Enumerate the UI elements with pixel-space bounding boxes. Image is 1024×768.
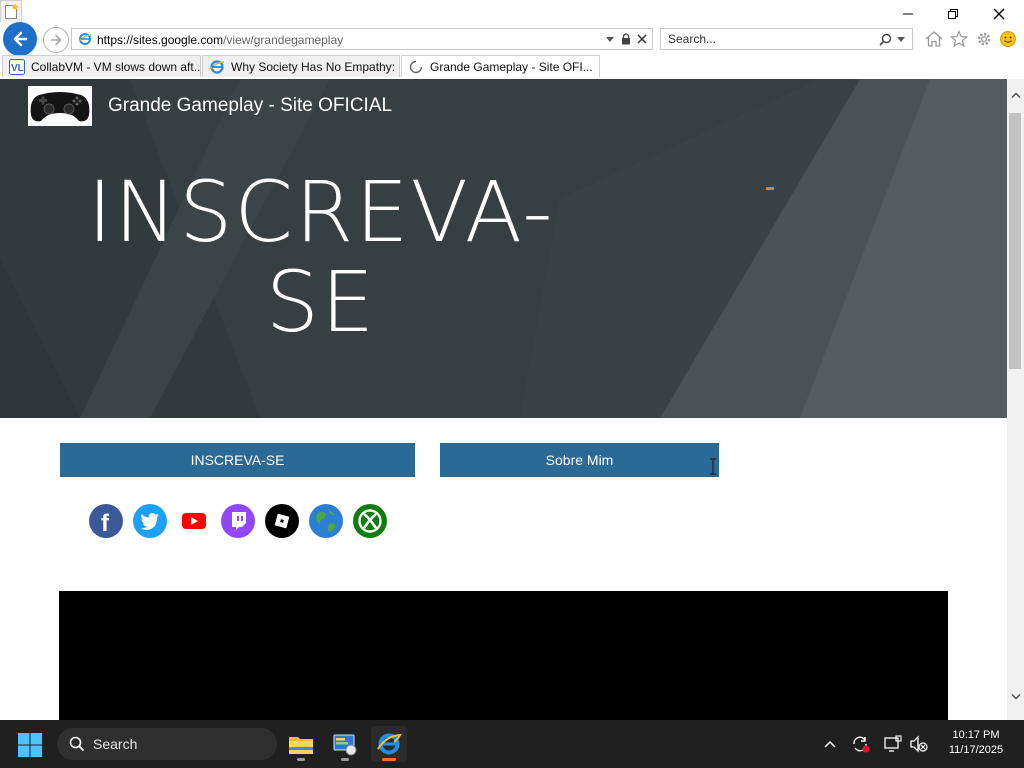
url-text[interactable]: https://sites.google.com/view/grandegame… [97,33,343,47]
svg-text:f: f [101,510,110,537]
youtube-icon[interactable] [177,504,211,538]
clock-date: 11/17/2025 [948,744,1004,756]
roblox-icon[interactable] [265,504,299,538]
stop-icon[interactable] [634,31,650,47]
tab-grande-gameplay[interactable]: Grande Gameplay - Site OFI... ✕ [401,55,600,77]
dropdown-icon[interactable] [602,31,618,47]
favorites-icon[interactable] [949,29,969,49]
search-input[interactable] [661,29,885,49]
hero-banner: Grande Gameplay - Site OFICIAL INSCREVA-… [0,79,1007,418]
back-icon [13,31,28,47]
windows-icon [18,733,42,757]
svg-text:VL: VL [11,63,24,74]
page-scrollbar[interactable] [1007,79,1024,720]
settings-icon[interactable] [974,29,994,49]
ie-page-icon [78,33,92,45]
search-icon [69,736,85,752]
search-dropdown-icon[interactable] [893,31,909,47]
chevron-up-icon[interactable] [820,734,840,754]
tab-why-society[interactable]: Why Society Has No Empathy: ... [202,55,400,77]
scroll-thumb[interactable] [1009,113,1021,369]
scroll-up-icon[interactable] [1007,87,1024,103]
new-tab-icon [5,4,18,19]
globe-icon[interactable] [309,504,343,538]
twitter-icon[interactable] [133,504,167,538]
running-indicator [341,758,349,761]
forward-button[interactable] [43,27,69,53]
clock-time: 10:17 PM [952,729,1000,741]
hero-heading: INSCREVA- SE [86,167,556,347]
site-title[interactable]: Grande Gameplay - Site OFICIAL [108,95,392,117]
taskbar-search[interactable]: Search [57,728,277,760]
tab-close-icon[interactable]: ✕ [599,59,600,75]
smiley-icon[interactable] [998,29,1018,49]
gamepad-icon [30,92,90,122]
taskbar: Search 10:17 PM 11/17/2025 [0,720,1024,768]
search-icon[interactable] [877,31,893,47]
xbox-icon[interactable] [353,504,387,538]
hero-heading-line1: INSCREVA- [87,163,555,261]
text-cursor [709,458,717,475]
home-icon[interactable] [924,29,944,49]
twitch-icon[interactable] [221,504,255,538]
start-button[interactable] [17,732,43,758]
loading-icon [408,59,424,75]
about-me-button[interactable]: Sobre Mim [440,443,719,477]
sync-icon[interactable] [851,734,871,754]
tab-label: Grande Gameplay - Site OFI... [430,59,593,74]
url-path: /view/grandegameplay [223,33,344,47]
volume-muted-icon[interactable] [909,734,929,754]
scroll-down-icon[interactable] [1007,689,1024,705]
subscribe-button[interactable]: INSCREVA-SE [60,443,415,477]
close-icon[interactable] [987,4,1011,24]
url-host: https://sites.google.com [97,33,224,47]
hero-heading-line2: SE [265,253,377,351]
browser-chrome: https://sites.google.com/view/grandegame… [0,0,1024,79]
taskbar-search-label: Search [93,736,138,752]
running-indicator [297,758,305,761]
minimize-icon[interactable] [896,4,920,24]
cursor-artifact [766,187,774,190]
tab-label: Why Society Has No Empathy: ... [231,59,400,74]
forward-icon [50,34,62,46]
file-explorer-icon[interactable] [283,726,319,762]
search-box[interactable] [660,28,913,50]
back-button[interactable] [3,22,37,56]
page-viewport: Grande Gameplay - Site OFICIAL INSCREVA-… [0,79,1007,720]
video-embed[interactable] [59,591,948,720]
address-bar[interactable]: https://sites.google.com/view/grandegame… [71,28,653,50]
tab-collabvm[interactable]: VL CollabVM - VM slows down aft... [2,55,201,77]
active-indicator [382,758,396,761]
restore-icon[interactable] [941,4,965,24]
site-logo[interactable] [28,86,92,126]
system-clock[interactable]: 10:17 PM 11/17/2025 [938,728,1014,758]
new-tab-button[interactable] [0,0,22,22]
collabvm-icon: VL [9,58,25,75]
ie-page-icon [209,59,225,75]
lock-icon[interactable] [618,31,634,47]
internet-explorer-icon[interactable] [371,726,407,762]
facebook-icon[interactable]: f [89,504,123,538]
tab-label: CollabVM - VM slows down aft... [31,59,201,74]
network-icon[interactable] [883,734,903,754]
control-panel-icon[interactable] [327,726,363,762]
